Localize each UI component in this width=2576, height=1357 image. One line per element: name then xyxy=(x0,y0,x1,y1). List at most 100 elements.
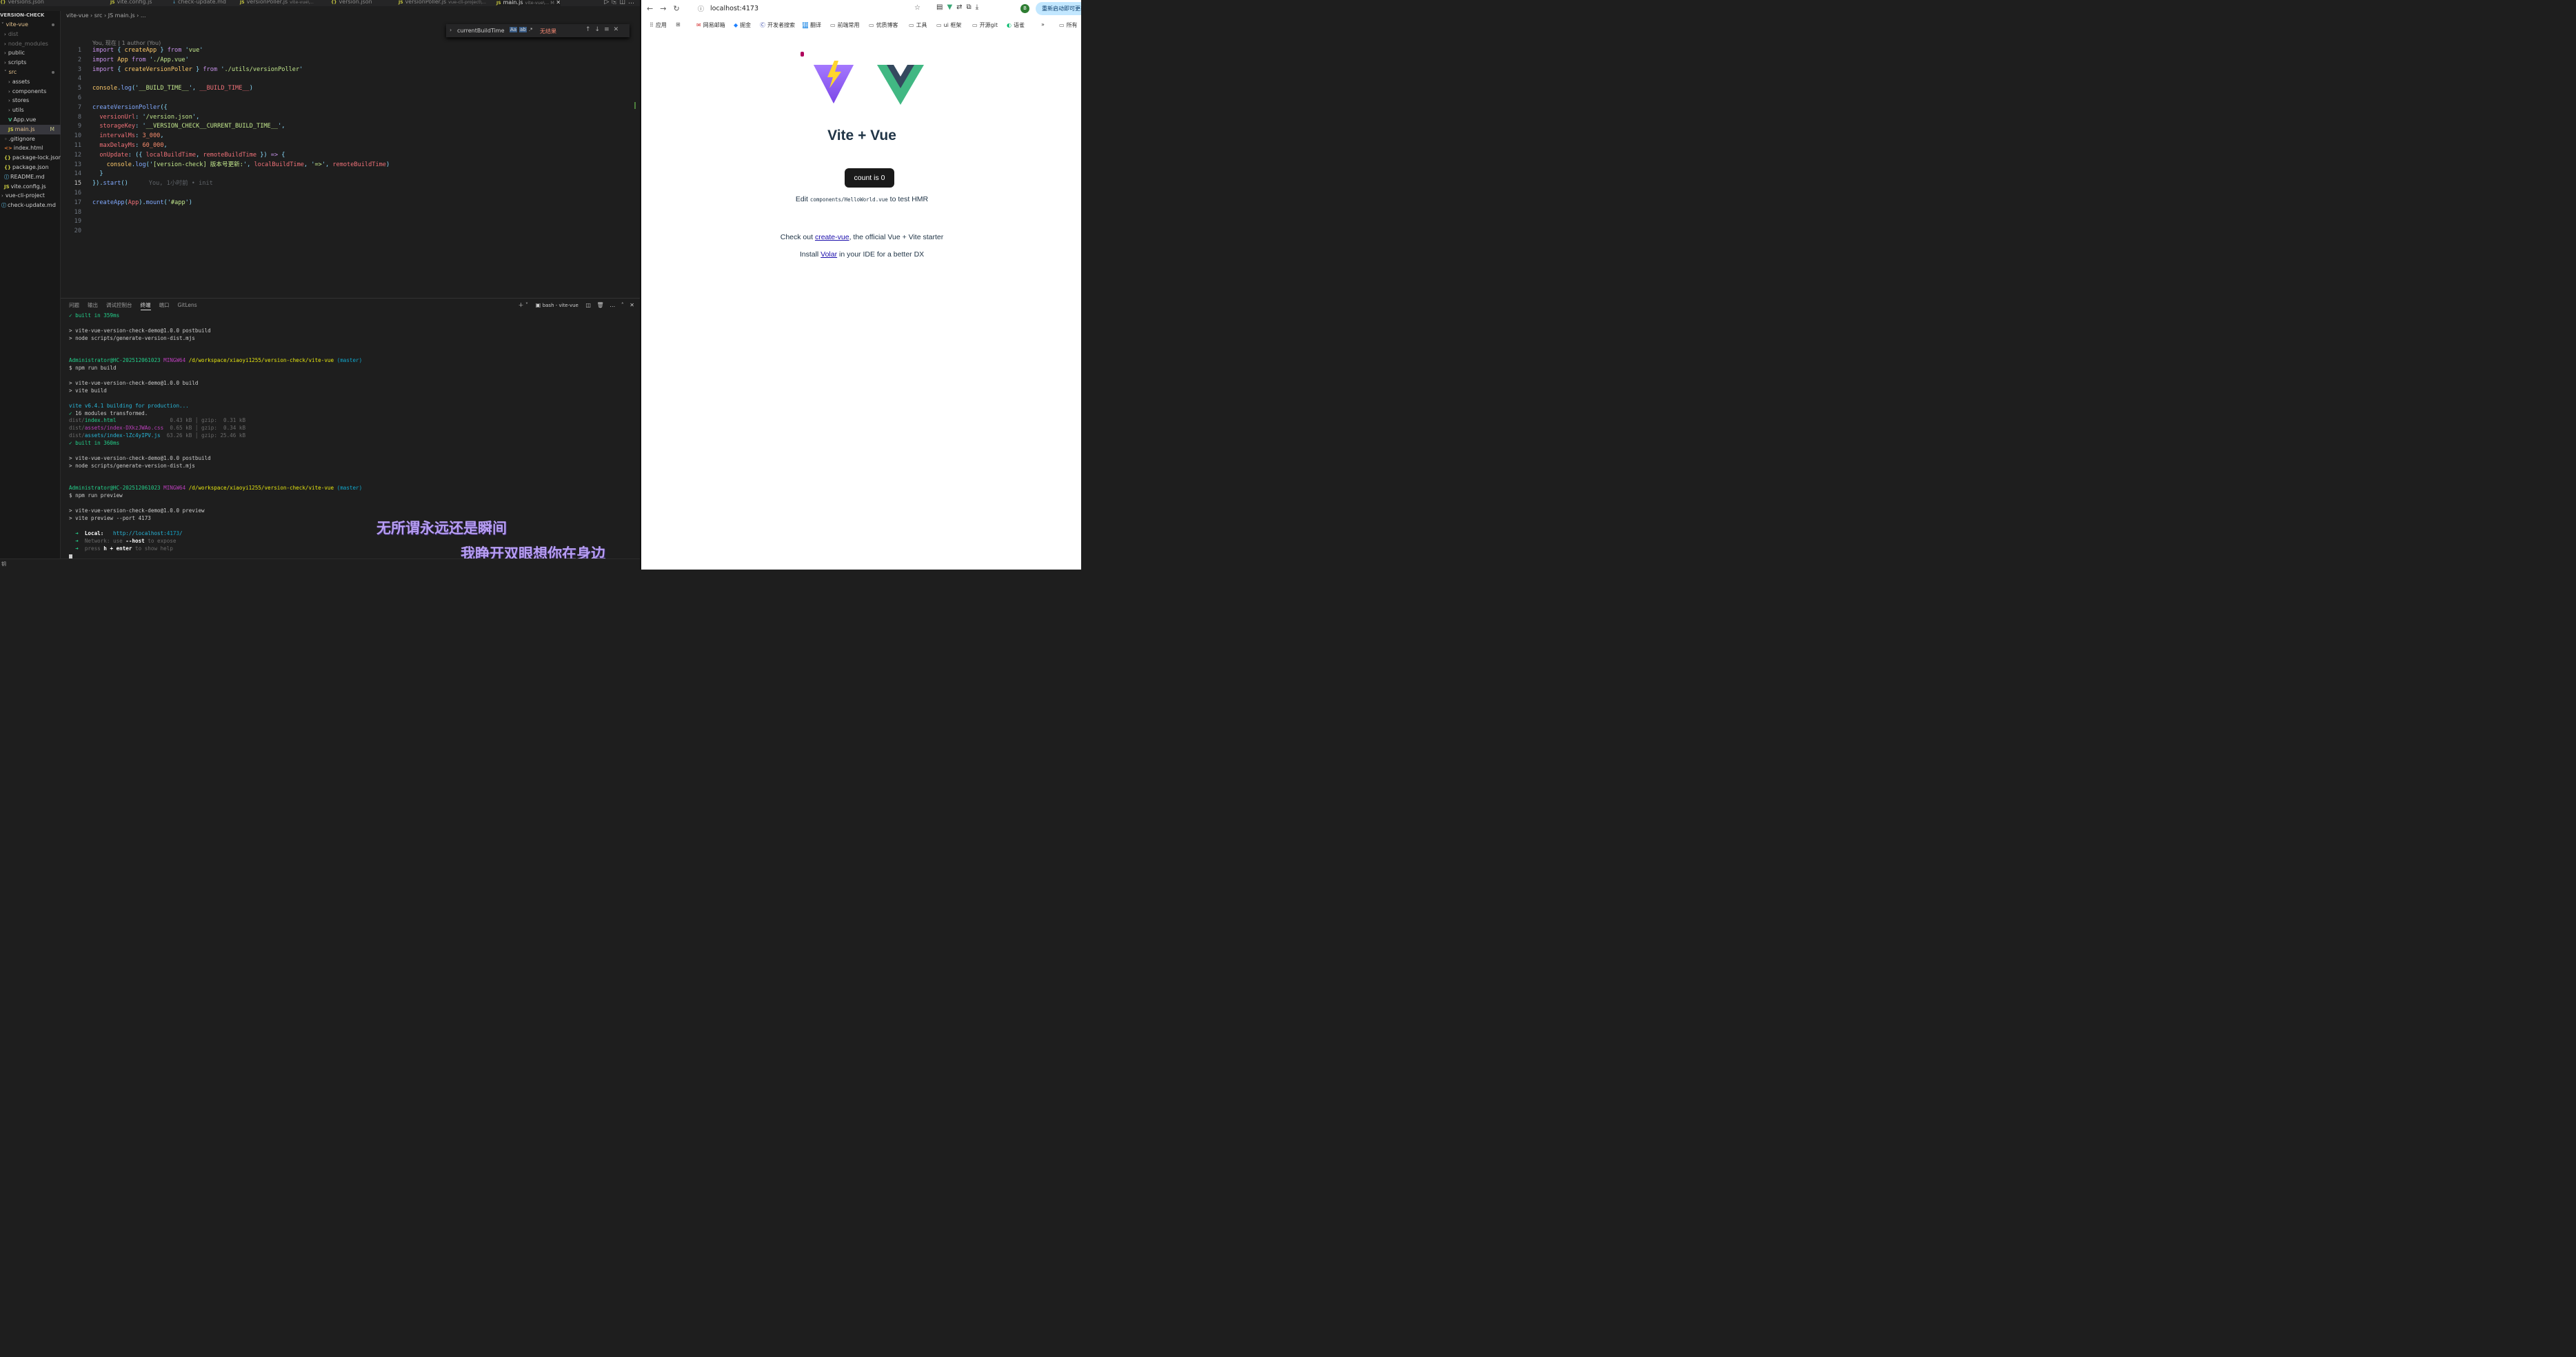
bookmark-item[interactable]: ⠿ 应用 xyxy=(650,21,667,29)
file-tree-item[interactable]: › components xyxy=(0,87,61,97)
terminal-output[interactable]: ✓ built in 359ms > vite-vue-version-chec… xyxy=(69,312,362,561)
bookmark-item[interactable]: ✉ 网易邮箱 xyxy=(696,21,725,29)
panel-tab[interactable]: GitLens xyxy=(178,302,197,308)
vue-logo[interactable] xyxy=(877,65,924,105)
editor-tab[interactable]: JS vite.config.js xyxy=(110,0,152,6)
bookmark-star-icon[interactable]: ☆ xyxy=(914,4,920,12)
code-line[interactable]: 1 import { createApp } from 'vue' xyxy=(66,46,390,56)
address-bar[interactable]: ⓘ localhost:4173 xyxy=(692,2,928,16)
chevron-right-icon[interactable]: › xyxy=(450,27,452,33)
code-line[interactable]: 11 maxDelayMs: 60_000, xyxy=(66,141,390,151)
code-line[interactable]: 18 xyxy=(66,208,390,218)
file-tree-item[interactable]: V App.vue xyxy=(0,115,61,125)
panel-tab[interactable]: 调试控制台 xyxy=(106,302,132,308)
editor-tab[interactable]: JS versionPoller.js vite-vue\... xyxy=(240,0,314,6)
bookmark-item[interactable]: ▭ 优质博客 xyxy=(869,21,898,29)
terminal-name[interactable]: bash - vite-vue xyxy=(543,303,578,308)
bookmark-item[interactable]: 翻翻译 xyxy=(803,21,821,29)
file-tree-item[interactable]: › stores xyxy=(0,96,61,105)
bookmark-item[interactable]: ⊞ xyxy=(676,21,683,28)
forward-icon[interactable]: → xyxy=(660,4,673,13)
menu-icon[interactable]: ≡ xyxy=(604,26,614,33)
match-word-icon[interactable]: ab xyxy=(519,27,527,32)
tab-close-icon[interactable]: ✕ xyxy=(554,0,561,6)
puzzle-icon[interactable]: ⧉ xyxy=(967,3,976,11)
code-line[interactable]: 19 xyxy=(66,217,390,227)
reload-icon[interactable]: ↻ xyxy=(673,4,686,13)
split-icon[interactable]: ◫ xyxy=(585,302,591,308)
file-tree-item[interactable]: › vue-cli-project xyxy=(0,191,61,201)
editor-tab[interactable]: JS main.js vite-vue\... M ✕ xyxy=(496,0,561,6)
file-tree-item[interactable]: › scripts xyxy=(0,58,61,68)
volar-link[interactable]: Volar xyxy=(821,250,837,259)
panel-tab[interactable]: 问题 xyxy=(69,302,79,308)
add-terminal-icon[interactable]: ＋ ˅ xyxy=(518,302,528,308)
trash-icon[interactable]: 🗑 xyxy=(597,302,604,308)
panel-tab[interactable]: 输出 xyxy=(88,302,98,308)
code-line[interactable]: 7 createVersionPoller({ xyxy=(66,103,390,113)
file-tree-item[interactable]: › assets xyxy=(0,77,61,87)
create-vue-link[interactable]: create-vue xyxy=(815,233,849,241)
more-icon[interactable]: … xyxy=(610,302,615,308)
url-text[interactable]: localhost:4173 xyxy=(710,5,758,12)
find-options[interactable]: Aa ab .* xyxy=(510,27,533,32)
code-line[interactable]: 10 intervalMs: 3_000, xyxy=(66,132,390,141)
file-tree-item[interactable]: ◦ .gitignore xyxy=(0,134,61,144)
breadcrumb[interactable]: vite-vue › src › JS main.js › ... xyxy=(66,12,146,19)
site-info-icon[interactable]: ⓘ xyxy=(698,4,704,13)
regex-icon[interactable]: .* xyxy=(529,27,533,32)
file-tree-item[interactable]: › utils xyxy=(0,105,61,115)
bookmark-item[interactable]: ◐ 语雀 xyxy=(1007,21,1025,29)
file-tree-item[interactable]: › dist xyxy=(0,30,61,39)
file-tree-item[interactable]: ⓘ README.md xyxy=(0,172,61,182)
file-tree-item[interactable]: ˅ vite-vue xyxy=(0,20,61,30)
file-tree-item[interactable]: JS vite.config.js xyxy=(0,182,61,192)
code-line[interactable]: 20 xyxy=(66,227,390,237)
file-tree-item[interactable]: {} package.json xyxy=(0,163,61,172)
code-line[interactable]: 2 import App from './App.vue' xyxy=(66,56,390,66)
close-panel-icon[interactable]: ✕ xyxy=(630,302,634,308)
bookmark-item[interactable]: ▭ ui 框架 xyxy=(936,21,961,29)
code-line[interactable]: 5 console.log('__BUILD_TIME__', __BUILD_T… xyxy=(66,84,390,94)
code-line[interactable]: 14 } xyxy=(66,170,390,179)
file-tree-item[interactable]: <> index.html xyxy=(0,143,61,153)
code-line[interactable]: 4 xyxy=(66,74,390,84)
code-line[interactable]: 17 createApp(App).mount('#app') xyxy=(66,199,390,208)
file-tree-item[interactable]: ˅ src xyxy=(0,68,61,77)
bookmark-item[interactable]: » xyxy=(1041,21,1045,28)
code-editor[interactable]: 1 import { createApp } from 'vue' 2 import … xyxy=(66,46,390,237)
match-case-icon[interactable]: Aa xyxy=(510,27,518,32)
panel-tab[interactable]: 终端 xyxy=(140,302,151,310)
code-line[interactable]: 15}).start() You, 1小时前 • init xyxy=(66,179,390,189)
arrow-down-icon[interactable]: ↓ xyxy=(595,26,605,33)
bookmark-item[interactable]: ▭ 开源git xyxy=(972,21,998,29)
download-icon[interactable]: ⤓ xyxy=(976,3,983,11)
editor-tab[interactable]: ↓ check-update.md xyxy=(172,0,226,6)
breadcrumb-item[interactable]: ... xyxy=(141,12,146,19)
file-tree-item[interactable]: › node_modules xyxy=(0,39,61,49)
chevron-up-icon[interactable]: ˄ xyxy=(621,302,624,308)
code-line[interactable]: 13 console.log('[version-check] 版本号更新:',… xyxy=(66,161,390,170)
panel-tab[interactable]: 端口 xyxy=(159,302,170,308)
profile-avatar[interactable]: B xyxy=(1020,4,1029,13)
find-nav-icons[interactable]: ↑↓≡✕ xyxy=(585,26,623,33)
back-icon[interactable]: ← xyxy=(647,4,660,13)
breadcrumb-item[interactable]: JS main.js xyxy=(108,12,135,19)
file-tree-item[interactable]: › public xyxy=(0,48,61,58)
arrow-up-icon[interactable]: ↑ xyxy=(585,26,595,33)
breadcrumb-item[interactable]: vite-vue xyxy=(66,12,88,19)
translate-ext-icon[interactable]: ⇄ xyxy=(956,3,966,11)
find-input[interactable]: currentBuildTime xyxy=(457,28,505,34)
code-line[interactable]: 3 import { createVersionPoller } from './… xyxy=(66,66,390,75)
bookmark-item[interactable]: ▭ 所有 xyxy=(1059,21,1078,29)
editor-tab[interactable]: JS versionPoller.js vue-cli-project\... xyxy=(399,0,486,6)
close-icon[interactable]: ✕ xyxy=(614,26,623,33)
bookmark-item[interactable]: ▭ 前端常用 xyxy=(830,21,860,29)
extension-icon[interactable]: ▤ xyxy=(936,3,947,11)
code-line[interactable]: 6 xyxy=(66,94,390,103)
file-tree-item[interactable]: {} package-lock.json xyxy=(0,153,61,163)
bookmark-item[interactable]: ▭ 工具 xyxy=(909,21,927,29)
code-line[interactable]: 12 onUpdate: ({ localBuildTime, remoteBu… xyxy=(66,151,390,161)
file-tree-item[interactable]: ⓘ check-update.md xyxy=(0,201,61,210)
file-tree-item[interactable]: JS main.js M xyxy=(0,124,61,134)
